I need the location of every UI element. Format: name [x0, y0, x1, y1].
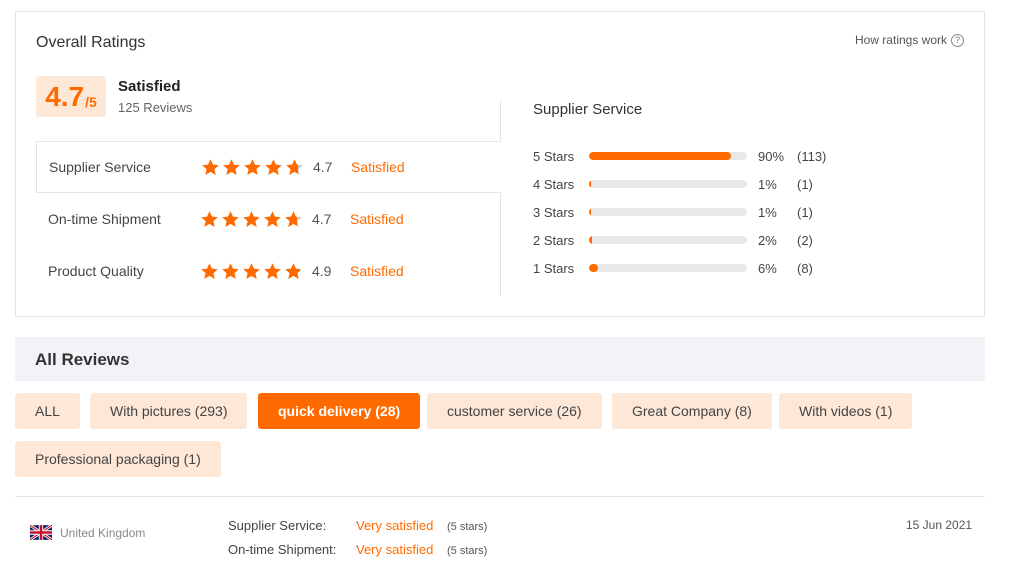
question-circle-icon: ? — [951, 33, 964, 47]
distribution-bar-fill — [589, 208, 592, 216]
category-score: 4.7 — [312, 211, 332, 227]
distribution-row-4[interactable]: 4 Stars 1% (1) — [533, 175, 813, 193]
distribution-bar-fill — [589, 264, 599, 272]
distribution-bar-fill — [589, 152, 732, 160]
overall-reviews-count: 125 Reviews — [118, 100, 193, 115]
reviewer-country: United Kingdom — [60, 526, 146, 540]
distribution-title: Supplier Service — [533, 101, 643, 118]
star-icon — [264, 158, 283, 177]
star-icon — [242, 262, 261, 281]
all-reviews-title: All Reviews — [35, 350, 130, 369]
star-icon — [242, 210, 261, 229]
distribution-count: (1) — [797, 176, 813, 192]
distribution-bar — [589, 208, 747, 216]
distribution-percent: 1% — [758, 204, 777, 220]
review-rating-value: Very satisfied — [356, 518, 434, 533]
category-score: 4.9 — [312, 263, 332, 279]
star-icon — [221, 210, 240, 229]
filter-tag-all[interactable]: ALL — [15, 393, 80, 429]
review-rating-stars: (5 stars) — [447, 521, 488, 533]
review-rating-value: Very satisfied — [356, 542, 434, 557]
uk-flag-icon — [30, 525, 52, 540]
category-stars — [200, 262, 303, 281]
distribution-row-2[interactable]: 2 Stars 2% (2) — [533, 231, 813, 249]
all-reviews-header: All Reviews — [15, 337, 985, 381]
category-name: Supplier Service — [49, 159, 151, 175]
distribution-count: (8) — [797, 260, 813, 276]
distribution-count: (113) — [797, 148, 827, 164]
overall-score-denominator: /5 — [85, 93, 97, 110]
category-status: Satisfied — [350, 263, 404, 279]
star-icon — [285, 158, 304, 177]
distribution-row-3[interactable]: 3 Stars 1% (1) — [533, 203, 813, 221]
category-row-supplier-service[interactable]: Supplier Service 4.7 Satisfied — [36, 141, 501, 193]
star-icon — [263, 210, 282, 229]
category-name: On-time Shipment — [48, 211, 161, 227]
filter-tag-great-company[interactable]: Great Company (8) — [612, 393, 772, 429]
filter-tag-professional-packaging[interactable]: Professional packaging (1) — [15, 441, 221, 477]
overall-score-badge: 4.7 /5 — [36, 76, 106, 117]
review-rating-stars: (5 stars) — [447, 545, 488, 557]
distribution-label: 3 Stars — [533, 204, 575, 220]
overall-ratings-card: Overall Ratings How ratings work ? 4.7 /… — [15, 11, 985, 317]
distribution-label: 4 Stars — [533, 176, 575, 192]
distribution-percent: 6% — [758, 260, 777, 276]
review-date: 15 Jun 2021 — [906, 518, 973, 532]
reviews-divider — [15, 496, 985, 497]
star-icon — [222, 158, 241, 177]
star-icon — [201, 158, 220, 177]
category-status: Satisfied — [351, 159, 405, 175]
distribution-bar-fill — [589, 180, 592, 188]
category-stars — [201, 158, 304, 177]
review-rating-line: Supplier Service: Very satisfied (5 star… — [228, 518, 487, 533]
category-status: Satisfied — [350, 211, 404, 227]
filter-tag-quick-delivery[interactable]: quick delivery (28) — [258, 393, 421, 429]
distribution-row-1[interactable]: 1 Stars 6% (8) — [533, 259, 813, 277]
distribution-bar — [589, 236, 747, 244]
star-icon — [221, 262, 240, 281]
distribution-count: (2) — [797, 232, 813, 248]
star-icon — [263, 262, 282, 281]
distribution-label: 1 Stars — [533, 260, 575, 276]
how-ratings-work-link[interactable]: How ratings work ? — [855, 33, 964, 47]
review-rating-label: Supplier Service: — [228, 518, 327, 533]
overall-ratings-title: Overall Ratings — [36, 34, 146, 51]
review-rating-line: On-time Shipment: Very satisfied (5 star… — [228, 542, 487, 557]
category-row-on-time-shipment[interactable]: On-time Shipment 4.7 Satisfied — [36, 193, 501, 245]
distribution-label: 2 Stars — [533, 232, 575, 248]
overall-score: 4.7 — [45, 80, 85, 112]
category-name: Product Quality — [48, 263, 144, 279]
distribution-bar — [589, 180, 747, 188]
distribution-percent: 1% — [758, 176, 777, 192]
distribution-bar-fill — [589, 236, 593, 244]
distribution-row-5[interactable]: 5 Stars 90% (113) — [533, 147, 826, 165]
category-row-product-quality[interactable]: Product Quality 4.9 Satisfied — [36, 245, 501, 297]
overall-score-label: Satisfied — [118, 78, 181, 95]
distribution-label: 5 Stars — [533, 148, 575, 164]
filter-tag-with-pictures[interactable]: With pictures (293) — [90, 393, 248, 429]
distribution-percent: 2% — [758, 232, 777, 248]
distribution-count: (1) — [797, 204, 813, 220]
category-stars — [200, 210, 303, 229]
star-icon — [284, 210, 303, 229]
review-rating-label: On-time Shipment: — [228, 542, 337, 557]
filter-tag-customer-service[interactable]: customer service (26) — [427, 393, 602, 429]
star-icon — [284, 262, 303, 281]
distribution-bar — [589, 152, 747, 160]
distribution-bar — [589, 264, 747, 272]
distribution-percent: 90% — [758, 148, 785, 164]
star-icon — [200, 210, 219, 229]
filter-tag-with-videos[interactable]: With videos (1) — [779, 393, 913, 429]
how-ratings-work-label: How ratings work — [854, 33, 947, 47]
star-icon — [243, 158, 262, 177]
star-icon — [200, 262, 219, 281]
category-score: 4.7 — [313, 159, 333, 175]
